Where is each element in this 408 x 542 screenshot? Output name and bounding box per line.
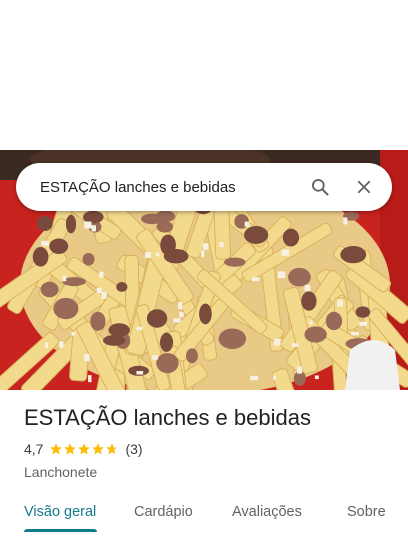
tab-about[interactable]: Sobre: [347, 504, 386, 520]
star-icon: [50, 443, 63, 455]
place-info: ESTAÇÃO lanches e bebidas 4,7 (3) Lancho…: [24, 404, 392, 480]
star-icon: [78, 443, 91, 455]
star-icon: [92, 443, 105, 455]
rating-value: 4,7: [24, 441, 44, 457]
star-icon: [106, 443, 119, 455]
rating-row[interactable]: 4,7 (3): [24, 440, 392, 458]
active-tab-indicator: [24, 529, 97, 532]
star-rating: [49, 442, 119, 456]
tab-menu[interactable]: Cardápio: [134, 504, 193, 520]
tab-overview[interactable]: Visão geral: [24, 504, 96, 520]
tab-bar: Visão geral Cardápio Avaliações Sobre: [0, 490, 408, 542]
place-category[interactable]: Lanchonete: [24, 464, 392, 480]
review-count[interactable]: (3): [125, 441, 142, 457]
tab-reviews[interactable]: Avaliações: [232, 504, 302, 520]
place-title: ESTAÇÃO lanches e bebidas: [24, 405, 311, 430]
blank-area: [0, 0, 408, 150]
close-icon[interactable]: [342, 165, 386, 209]
search-icon[interactable]: [298, 165, 342, 209]
search-bar[interactable]: ESTAÇÃO lanches e bebidas: [16, 163, 392, 211]
star-icon: [64, 443, 77, 455]
search-input[interactable]: ESTAÇÃO lanches e bebidas: [40, 179, 298, 196]
